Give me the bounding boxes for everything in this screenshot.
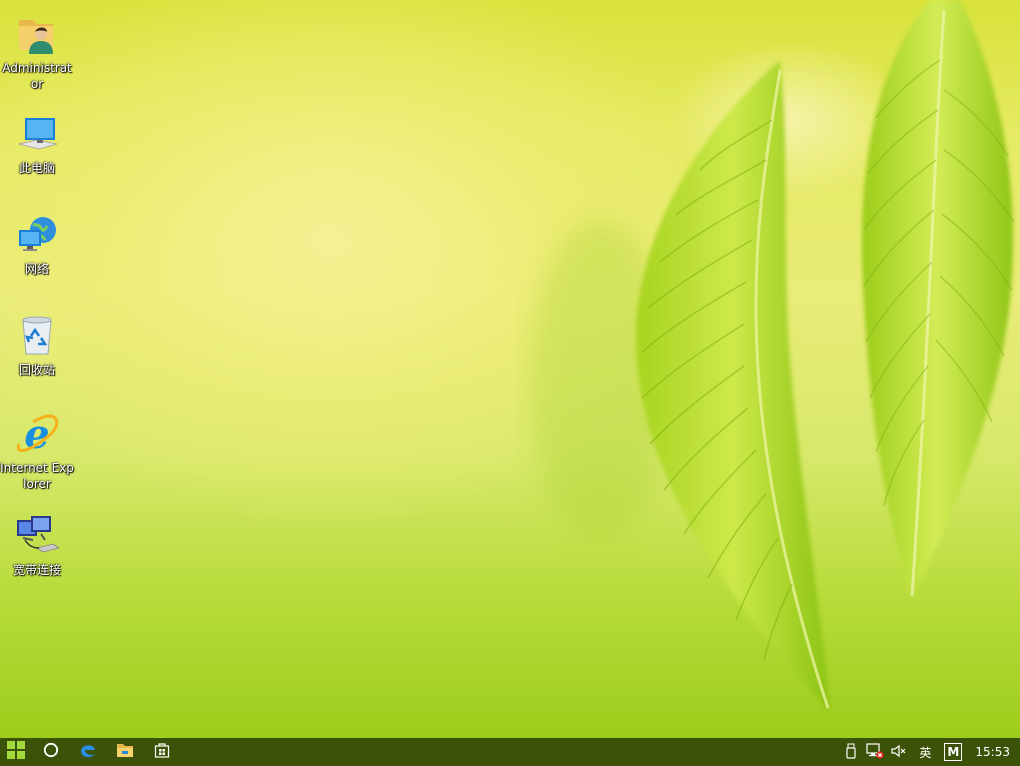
wallpaper-leaves bbox=[530, 0, 1015, 712]
search-button[interactable] bbox=[32, 738, 69, 766]
tray-usb-button[interactable] bbox=[839, 738, 863, 766]
windows-start-icon bbox=[7, 741, 25, 763]
computer-icon bbox=[13, 110, 61, 158]
tray-ime-language-button[interactable]: 英 bbox=[911, 738, 939, 766]
recycle-bin-icon bbox=[13, 312, 61, 360]
desktop-icon-label: 网络 bbox=[24, 262, 49, 276]
file-explorer-icon bbox=[116, 742, 134, 762]
broadband-connection-icon bbox=[13, 512, 61, 560]
desktop-icon-label: 宽带连接 bbox=[12, 563, 61, 577]
desktop-icon-recycle-bin[interactable]: 回收站 bbox=[0, 312, 74, 378]
tray-ime-mode-button[interactable]: M bbox=[939, 738, 967, 766]
taskbar-edge-button[interactable] bbox=[69, 738, 106, 766]
tray-volume-button[interactable] bbox=[887, 738, 911, 766]
desktop-icon-label: Internet Explorer bbox=[0, 461, 74, 491]
start-button[interactable] bbox=[0, 738, 32, 766]
desktop-icon-label: 回收站 bbox=[18, 363, 55, 377]
desktop-icon-network[interactable]: 网络 bbox=[0, 211, 74, 277]
desktop-icon-administrator[interactable]: Administrator bbox=[0, 10, 74, 92]
svg-text:e: e bbox=[24, 411, 49, 458]
edge-icon bbox=[79, 741, 97, 763]
ime-mode-icon: M bbox=[944, 743, 963, 761]
taskbar-file-explorer-button[interactable] bbox=[106, 738, 143, 766]
network-icon bbox=[13, 211, 61, 259]
cortana-circle-icon bbox=[43, 742, 59, 762]
desktop-icon-this-pc[interactable]: 此电脑 bbox=[0, 110, 74, 176]
desktop-icon-label: Administrator bbox=[2, 61, 72, 91]
usb-drive-icon bbox=[845, 743, 857, 762]
store-icon bbox=[154, 742, 170, 762]
internet-explorer-icon: e bbox=[13, 410, 61, 458]
taskbar-clock[interactable]: 15:53 bbox=[967, 738, 1020, 766]
taskbar: 英 M 15:53 bbox=[0, 738, 1020, 766]
user-folder-icon bbox=[13, 10, 61, 58]
system-tray: 英 M 15:53 bbox=[839, 738, 1020, 766]
desktop-icon-internet-explorer[interactable]: e Internet Explorer bbox=[0, 410, 74, 492]
volume-muted-icon bbox=[890, 743, 908, 762]
desktop-icon-label: 此电脑 bbox=[18, 161, 55, 175]
desktop[interactable]: Administrator 此电脑 网络 回收站 e Internet Expl… bbox=[0, 0, 1020, 738]
network-disconnected-icon bbox=[866, 742, 885, 762]
taskbar-store-button[interactable] bbox=[143, 738, 180, 766]
desktop-icon-broadband[interactable]: 宽带连接 bbox=[0, 512, 74, 578]
tray-network-button[interactable] bbox=[863, 738, 887, 766]
